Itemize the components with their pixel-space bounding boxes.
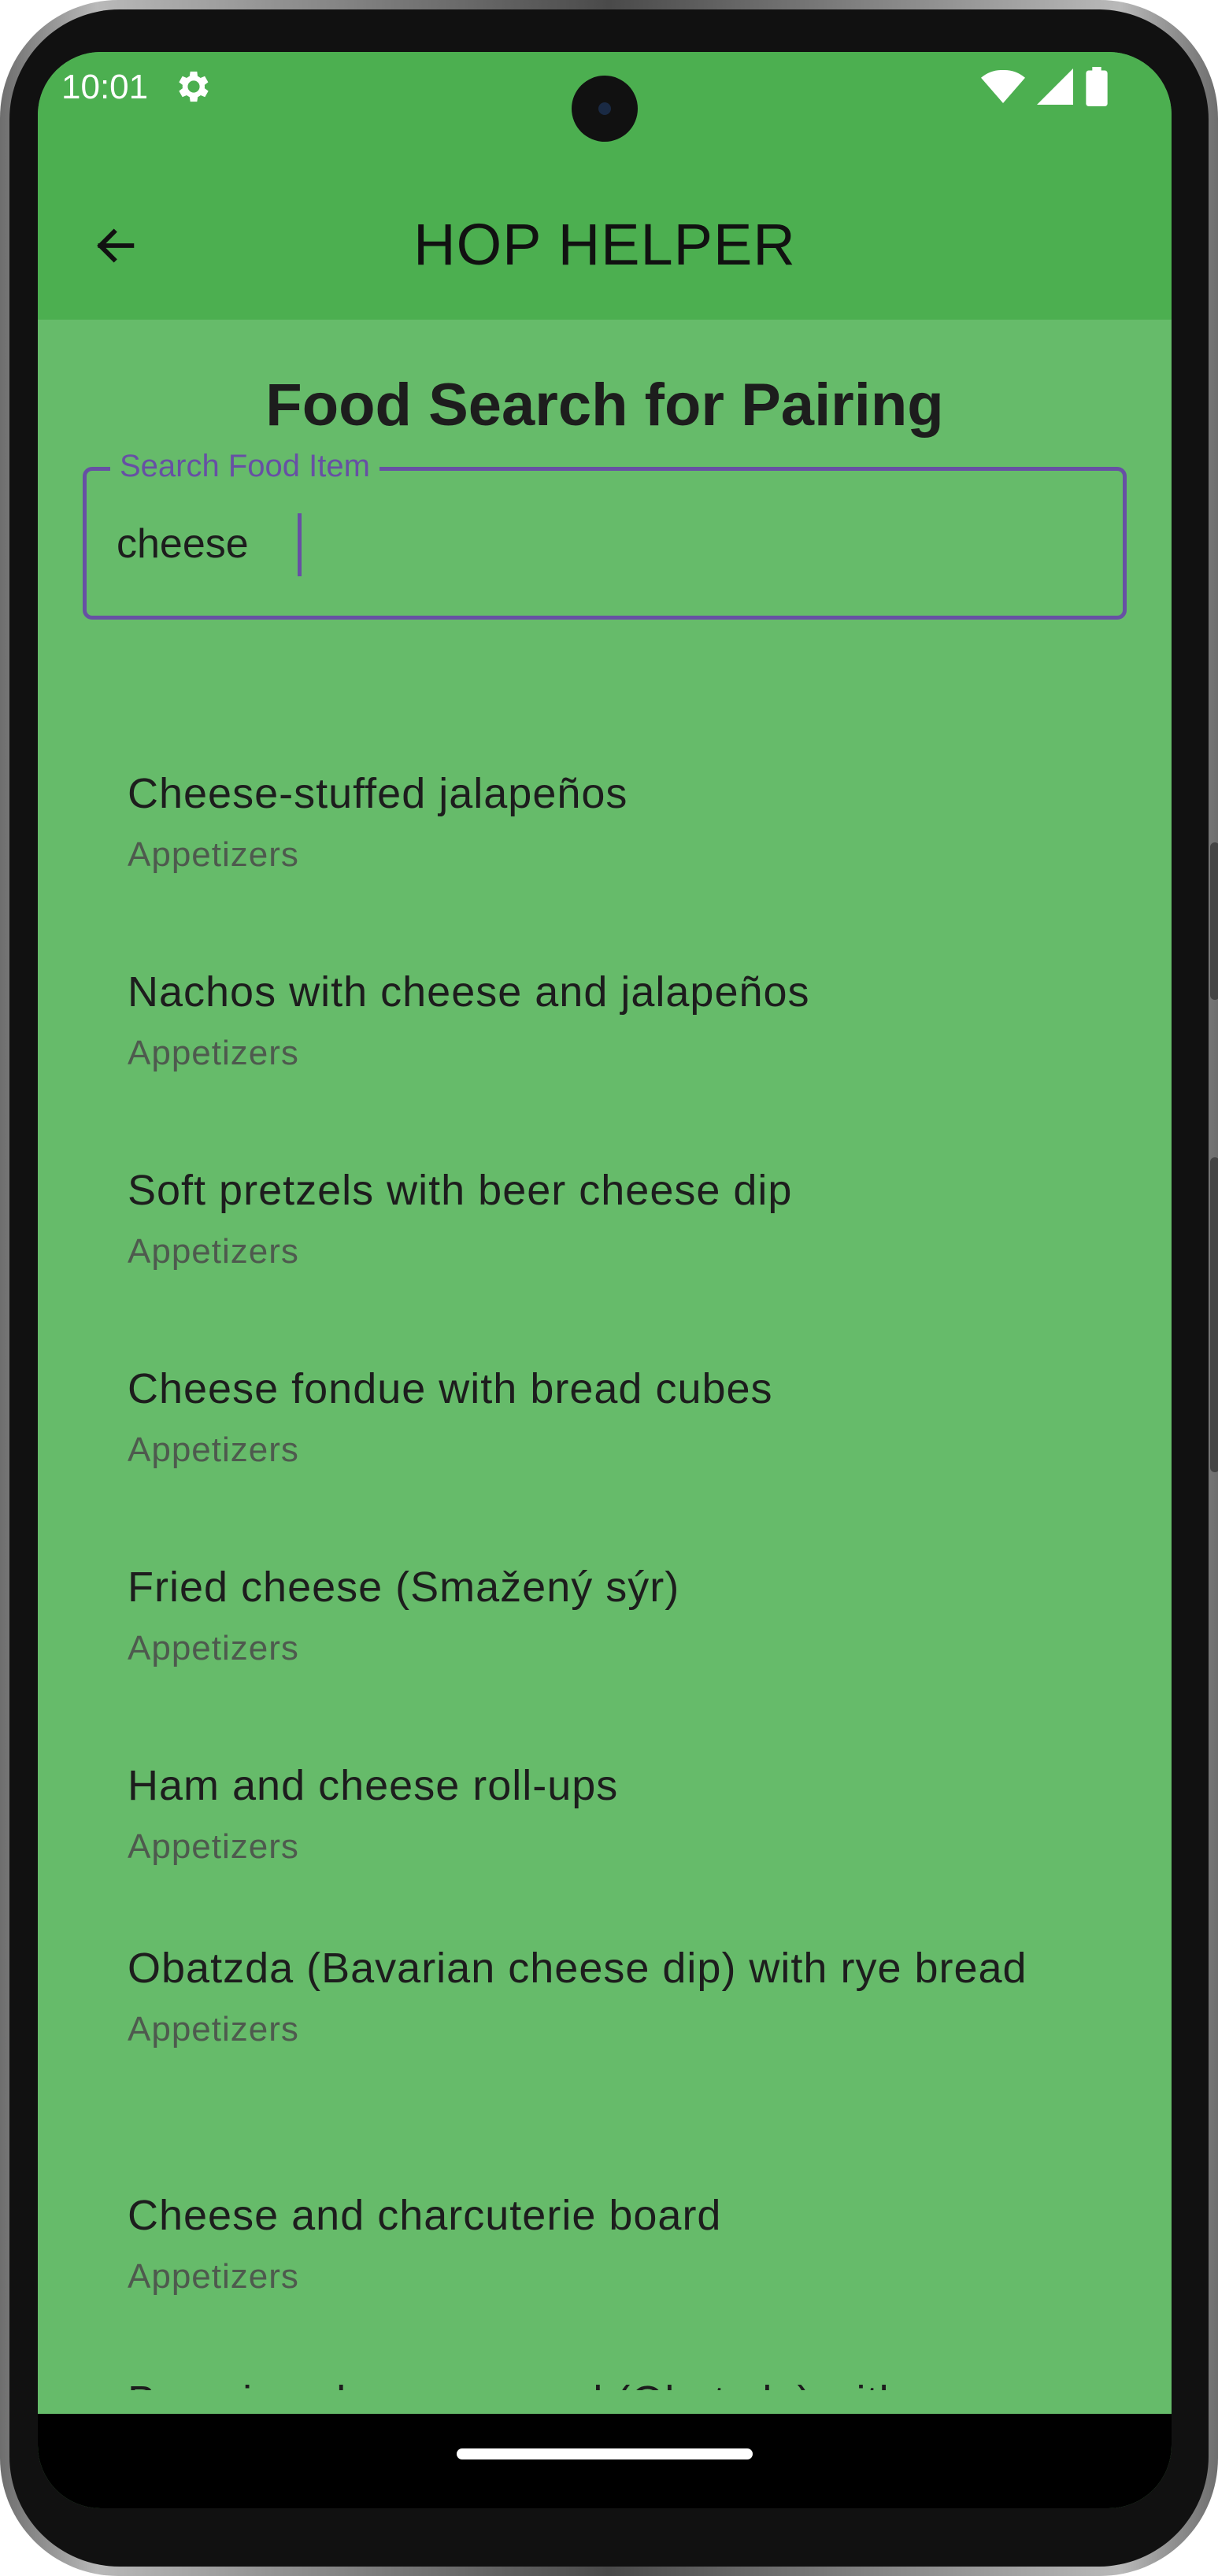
power-button [1210,842,1218,1000]
settings-gear-icon [179,71,209,102]
item-title: Cheese and charcuterie board [128,2192,722,2239]
status-icons [981,66,1109,107]
item-category: Appetizers [128,1232,299,1271]
front-camera [572,76,638,142]
item-category: Appetizers [128,1034,299,1072]
item-title: Ham and cheese roll-ups [128,1762,619,1809]
wifi-icon [981,69,1025,103]
list-item[interactable]: Ham and cheese roll-ups Appetizers [128,1752,1041,1875]
status-bar: 10:01 [38,52,1172,170]
list-item[interactable]: Bavarian cheese spread (Obatzda) with ry… [128,2368,1041,2390]
list-item[interactable]: Fried cheese (Smažený sýr) Appetizers [128,1554,1041,1677]
home-gesture-handle[interactable] [457,2448,753,2459]
item-category: Appetizers [128,1430,299,1469]
item-title: Fried cheese (Smažený sýr) [128,1564,680,1611]
item-title: Obatzda (Bavarian cheese dip) with rye b… [128,1945,1027,1992]
item-title: Cheese-stuffed jalapeños [128,770,628,817]
search-label: Search Food Item [110,449,379,484]
list-item[interactable]: Cheese fondue with bread cubes Appetizer… [128,1356,1041,1479]
app-screen: 10:01 HOP HELPER Food Search for Pairing [38,52,1172,2508]
search-field[interactable]: Search Food Item [83,449,1127,620]
item-title: Bavarian cheese spread (Obatzda) with ry… [128,2368,1041,2390]
item-title: Nachos with cheese and jalapeños [128,968,810,1016]
volume-button [1210,1157,1218,1472]
navigation-bar [38,2414,1172,2508]
item-category: Appetizers [128,2010,299,2049]
item-category: Appetizers [128,1827,299,1866]
results-list[interactable]: Cheese-stuffed jalapeños Appetizers Nach… [38,658,1172,2390]
item-title: Cheese fondue with bread cubes [128,1365,773,1412]
item-title: Soft pretzels with beer cheese dip [128,1167,793,1214]
app-title: HOP HELPER [413,212,796,277]
battery-icon [1086,67,1108,106]
item-category: Appetizers [128,835,299,874]
list-item[interactable]: Cheese-stuffed jalapeños Appetizers [128,761,1041,883]
list-item[interactable]: Soft pretzels with beer cheese dip Appet… [128,1157,1041,1280]
item-category: Appetizers [128,2257,299,2296]
list-item[interactable]: Obatzda (Bavarian cheese dip) with rye b… [128,1935,1041,2058]
status-time: 10:01 [61,68,149,106]
item-category: Appetizers [128,1629,299,1667]
cellular-signal-icon [1037,68,1073,105]
page-heading: Food Search for Pairing [265,372,944,439]
list-item[interactable]: Cheese and charcuterie board Appetizers [128,2182,1041,2305]
app-bar: HOP HELPER [38,170,1172,320]
text-cursor [298,513,302,576]
list-item[interactable]: Nachos with cheese and jalapeños Appetiz… [128,959,1041,1082]
search-input[interactable] [117,510,1093,578]
